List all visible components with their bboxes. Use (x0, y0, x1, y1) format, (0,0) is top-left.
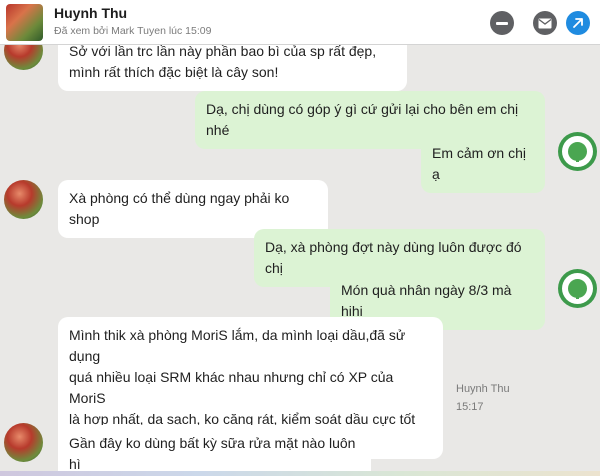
message-sender-name: Huynh Thu (456, 383, 510, 395)
chat-header: Huynh Thu Đã xem bởi Mark Tuyen lúc 15:0… (0, 0, 600, 45)
message-line: Mình thik xà phòng MoriS lắm, da mình lo… (69, 327, 406, 364)
tree-icon (568, 279, 587, 299)
message-timestamp: 15:17 (456, 401, 484, 413)
message-bubble-incoming[interactable]: Gần đây ko dùng bất kỳ sữa rửa mặt nào l… (58, 425, 371, 476)
bottom-edge (0, 471, 600, 476)
message-line: mình rất thích đặc biệt là cây son! (69, 64, 279, 80)
open-in-new-icon[interactable] (566, 11, 590, 35)
contact-avatar[interactable] (6, 4, 43, 41)
message-line: Món quà nhân ngày 8/3 mà hihi (341, 282, 512, 319)
mail-icon[interactable] (533, 11, 557, 35)
message-line: quá nhiều loại SRM khác nhau nhưng chỉ c… (69, 369, 394, 406)
tree-icon (568, 142, 587, 162)
sender-avatar[interactable] (4, 180, 43, 219)
message-bubble-incoming[interactable]: Sở với lần trc lần này phần bao bì của s… (58, 45, 407, 91)
message-line: Xà phòng có thể dùng ngay phải ko shop (69, 190, 290, 227)
brand-logo-icon (562, 136, 593, 167)
sender-avatar[interactable] (4, 45, 43, 70)
page-avatar[interactable] (558, 132, 597, 171)
message-line: Gần đây ko dùng bất kỳ sữa rửa mặt nào l… (69, 435, 356, 472)
contact-name[interactable]: Huynh Thu (54, 5, 127, 21)
minimize-icon[interactable] (490, 11, 514, 35)
sender-avatar[interactable] (4, 423, 43, 462)
page-avatar[interactable] (558, 269, 597, 308)
seen-status: Đã xem bởi Mark Tuyen lúc 15:09 (54, 25, 212, 37)
message-bubble-outgoing[interactable]: Em cảm ơn chị ạ (421, 135, 545, 193)
brand-logo-icon (562, 273, 593, 304)
message-line: Em cảm ơn chị ạ (432, 145, 526, 182)
message-list[interactable]: Sở với lần trc lần này phần bao bì của s… (0, 45, 600, 476)
message-line: Sở với lần trc lần này phần bao bì của s… (69, 45, 377, 59)
